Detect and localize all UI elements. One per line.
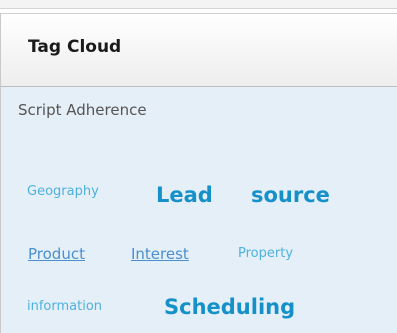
cloud-heading: Script Adherence: [18, 101, 147, 119]
panel-title: Tag Cloud: [28, 37, 122, 57]
tag-information[interactable]: information: [27, 299, 102, 314]
tag-source[interactable]: source: [251, 183, 330, 207]
tag-interest[interactable]: Interest: [131, 245, 189, 263]
tag-property[interactable]: Property: [238, 246, 293, 261]
tag-product[interactable]: Product: [28, 245, 85, 263]
tag-cloud-panel: Tag Cloud Script Adherence Geography Lea…: [0, 13, 397, 333]
panel-header: Tag Cloud: [1, 13, 397, 87]
tag-lead[interactable]: Lead: [156, 183, 213, 207]
tag-scheduling[interactable]: Scheduling: [164, 295, 295, 319]
top-strip: [0, 0, 397, 9]
tag-geography[interactable]: Geography: [27, 184, 99, 199]
tag-cloud-body: Script Adherence Geography Lead source P…: [1, 87, 397, 333]
